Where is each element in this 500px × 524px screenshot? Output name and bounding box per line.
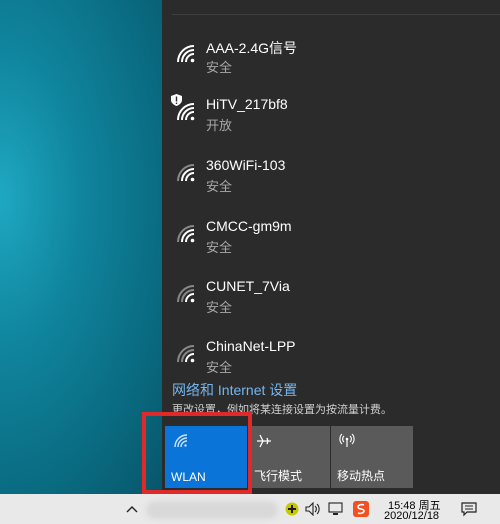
wifi-signal-icon (177, 285, 195, 303)
network-settings-link[interactable]: 网络和 Internet 设置 (172, 380, 297, 400)
open-network-shield-icon (171, 94, 182, 106)
notification-center-button[interactable] (458, 494, 480, 524)
highlight-box (142, 412, 252, 494)
network-item-aaa[interactable]: AAA-2.4G信号 安全 (162, 38, 500, 98)
network-name: ChinaNet-LPP (206, 338, 296, 354)
network-status: 安全 (206, 360, 233, 375)
volume-button[interactable] (304, 494, 322, 524)
network-name: 360WiFi-103 (206, 157, 286, 173)
wifi-signal-icon (177, 345, 195, 363)
network-item-360wifi[interactable]: 360WiFi-103 安全 (162, 157, 500, 217)
plus-app-icon (285, 502, 299, 516)
network-status: 开放 (206, 118, 233, 133)
ime-icon (353, 501, 369, 517)
ime-button[interactable] (351, 494, 371, 524)
clock-date[interactable]: 2020/12/18 (384, 510, 439, 522)
airplane-mode-label: 飞行模式 (254, 469, 303, 483)
network-tray-button[interactable] (327, 494, 345, 524)
hotspot-icon (339, 433, 355, 447)
blurred-tray-icons (146, 501, 278, 519)
desktop-wallpaper (0, 0, 162, 494)
tray-app-button[interactable] (283, 494, 301, 524)
mobile-hotspot-button[interactable]: 移动热点 (331, 426, 413, 488)
network-icon (328, 502, 343, 515)
network-status: 安全 (206, 300, 233, 315)
taskbar: 15:48 周五 2020/12/18 (0, 494, 500, 524)
wifi-signal-icon (177, 225, 195, 243)
network-name: HiTV_217bf8 (206, 96, 288, 112)
network-name: CMCC-gm9m (206, 218, 292, 234)
wifi-signal-icon (177, 164, 195, 182)
volume-icon (305, 502, 320, 516)
network-status: 安全 (206, 179, 233, 194)
wifi-signal-icon (177, 45, 195, 63)
network-item-cunet[interactable]: CUNET_7Via 安全 (162, 278, 500, 338)
network-status: 安全 (206, 60, 233, 75)
divider (172, 14, 500, 15)
network-name: CUNET_7Via (206, 278, 290, 294)
airplane-mode-button[interactable]: 飞行模式 (248, 426, 330, 488)
network-status: 安全 (206, 240, 233, 255)
network-name: AAA-2.4G信号 (206, 40, 298, 56)
airplane-icon (257, 434, 271, 448)
chevron-up-icon (126, 506, 138, 513)
show-hidden-icons-button[interactable] (122, 494, 142, 524)
notification-icon (461, 502, 477, 517)
network-item-hitv[interactable]: HiTV_217bf8 开放 (162, 94, 500, 156)
mobile-hotspot-label: 移动热点 (337, 469, 386, 483)
network-item-cmcc[interactable]: CMCC-gm9m 安全 (162, 218, 500, 278)
